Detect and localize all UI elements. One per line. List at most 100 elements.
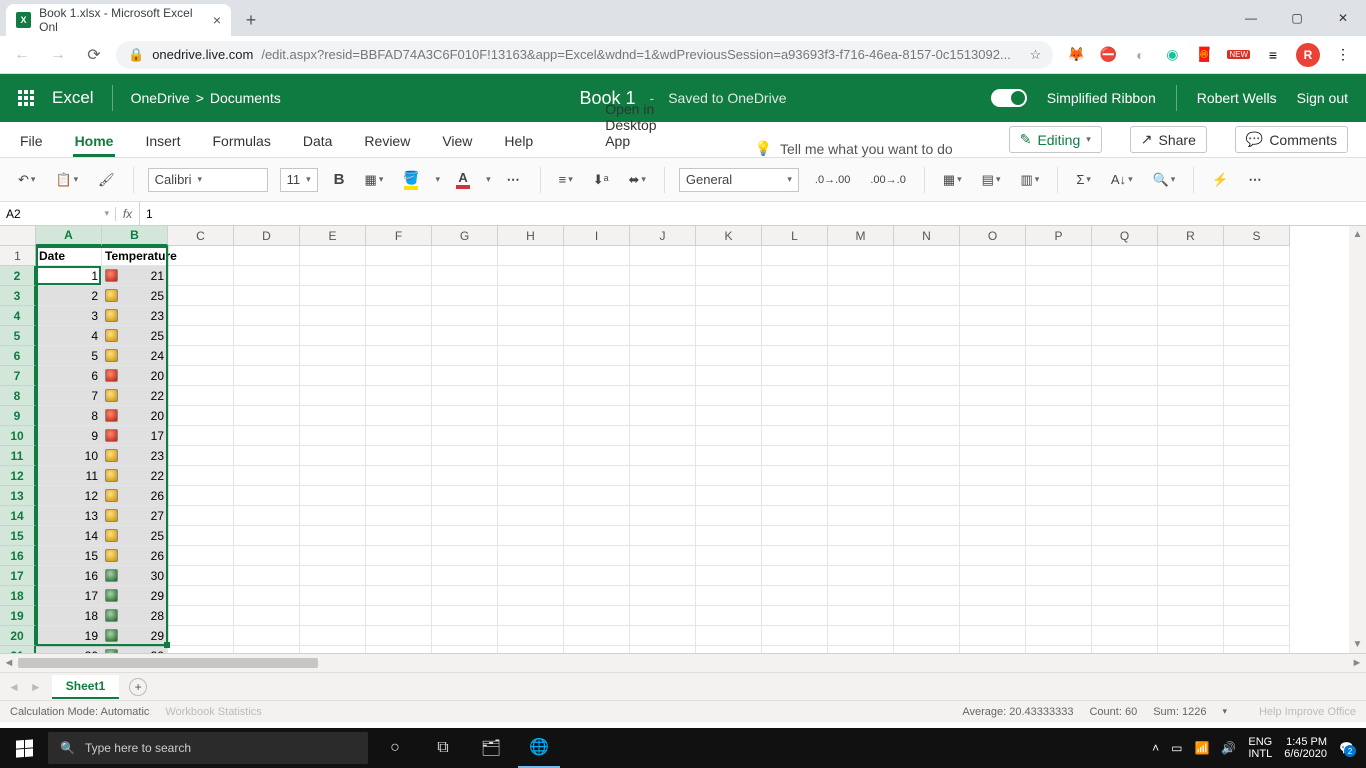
cell[interactable] <box>1224 646 1290 654</box>
cell[interactable] <box>696 366 762 386</box>
cell[interactable] <box>1224 266 1290 286</box>
cell[interactable] <box>762 346 828 366</box>
cell[interactable] <box>894 626 960 646</box>
cell[interactable] <box>564 446 630 466</box>
cell[interactable] <box>1158 526 1224 546</box>
cell[interactable] <box>432 346 498 366</box>
cell[interactable]: 8 <box>36 406 102 426</box>
cell[interactable] <box>432 286 498 306</box>
cell[interactable] <box>168 406 234 426</box>
cell[interactable] <box>1224 606 1290 626</box>
cell[interactable] <box>300 426 366 446</box>
cell[interactable] <box>432 306 498 326</box>
cell[interactable] <box>1158 606 1224 626</box>
tab-insert[interactable]: Insert <box>143 127 182 157</box>
cell[interactable] <box>564 486 630 506</box>
bold-button[interactable]: B <box>330 169 349 190</box>
paste-button[interactable]: 📋▾ <box>51 170 82 190</box>
cell[interactable] <box>630 526 696 546</box>
cell[interactable] <box>234 526 300 546</box>
cell[interactable] <box>828 446 894 466</box>
cell[interactable] <box>366 386 432 406</box>
horizontal-scrollbar[interactable]: ◄ ► <box>0 654 1366 672</box>
cell[interactable] <box>1224 386 1290 406</box>
cell[interactable] <box>498 246 564 266</box>
workbook-stats-link[interactable]: Workbook Statistics <box>165 706 261 718</box>
scroll-right-icon[interactable]: ► <box>1348 657 1366 669</box>
sheet-nav-next[interactable]: ► <box>30 680 42 694</box>
cell[interactable] <box>1026 306 1092 326</box>
cell[interactable] <box>696 486 762 506</box>
column-header[interactable]: H <box>498 226 564 246</box>
cell[interactable] <box>168 346 234 366</box>
cell[interactable] <box>762 466 828 486</box>
row-header[interactable]: 13 <box>0 486 36 506</box>
cell[interactable] <box>366 566 432 586</box>
cell[interactable] <box>366 506 432 526</box>
cell[interactable] <box>1224 526 1290 546</box>
fill-color-button[interactable]: 🪣 <box>399 168 423 192</box>
wifi-icon[interactable]: 📶 <box>1194 741 1209 755</box>
cell[interactable] <box>498 586 564 606</box>
taskbar-search[interactable]: 🔍Type here to search <box>48 732 368 764</box>
cell[interactable] <box>432 646 498 654</box>
conditional-formatting-button[interactable]: ▦▾ <box>939 170 966 190</box>
cell[interactable] <box>366 466 432 486</box>
cell[interactable] <box>1092 386 1158 406</box>
cell[interactable] <box>762 626 828 646</box>
cell[interactable] <box>498 326 564 346</box>
cell[interactable] <box>168 606 234 626</box>
cell[interactable] <box>564 526 630 546</box>
row-header[interactable]: 11 <box>0 446 36 466</box>
cell[interactable] <box>960 246 1026 266</box>
cell[interactable] <box>960 606 1026 626</box>
cell[interactable] <box>828 566 894 586</box>
cell[interactable] <box>894 246 960 266</box>
cell[interactable] <box>630 586 696 606</box>
cell[interactable] <box>300 446 366 466</box>
cell[interactable]: 25 <box>102 526 168 546</box>
cell[interactable] <box>564 326 630 346</box>
cell[interactable] <box>432 366 498 386</box>
cell[interactable] <box>960 426 1026 446</box>
cell[interactable] <box>300 606 366 626</box>
cell[interactable] <box>1026 566 1092 586</box>
cell[interactable] <box>762 486 828 506</box>
help-improve-link[interactable]: Help Improve Office <box>1259 706 1356 718</box>
cell[interactable] <box>234 446 300 466</box>
cell-header[interactable]: Temperature <box>102 246 168 266</box>
cell[interactable] <box>696 586 762 606</box>
close-tab-icon[interactable]: × <box>213 12 221 28</box>
tab-file[interactable]: File <box>18 127 45 157</box>
cell[interactable] <box>894 606 960 626</box>
cell[interactable] <box>432 586 498 606</box>
cell[interactable]: 10 <box>36 446 102 466</box>
cell[interactable] <box>498 566 564 586</box>
cell[interactable] <box>1158 346 1224 366</box>
cell[interactable] <box>1092 566 1158 586</box>
cell[interactable]: 24 <box>102 346 168 366</box>
cell[interactable] <box>564 466 630 486</box>
font-color-button[interactable]: A <box>452 168 474 191</box>
cell[interactable] <box>498 486 564 506</box>
taskbar-clock[interactable]: 1:45 PM6/6/2020 <box>1284 736 1327 760</box>
align-button[interactable]: ≡▾ <box>555 170 577 189</box>
cell[interactable] <box>762 646 828 654</box>
cell[interactable] <box>1026 466 1092 486</box>
cell[interactable] <box>1224 546 1290 566</box>
cell[interactable] <box>1158 466 1224 486</box>
cell[interactable] <box>432 606 498 626</box>
bookmark-star-icon[interactable]: ☆ <box>1030 47 1042 63</box>
cell[interactable] <box>564 366 630 386</box>
decrease-decimal-button[interactable]: .00→.0 <box>866 172 909 188</box>
cell[interactable]: 29 <box>102 626 168 646</box>
cell[interactable] <box>1158 286 1224 306</box>
cell[interactable] <box>630 426 696 446</box>
cell[interactable] <box>168 306 234 326</box>
cell[interactable] <box>894 286 960 306</box>
format-as-table-button[interactable]: ▤▾ <box>978 170 1005 190</box>
scroll-down-icon[interactable]: ▼ <box>1349 636 1366 653</box>
cell[interactable] <box>234 386 300 406</box>
cell[interactable] <box>432 486 498 506</box>
document-name[interactable]: Book 1 <box>579 88 635 109</box>
